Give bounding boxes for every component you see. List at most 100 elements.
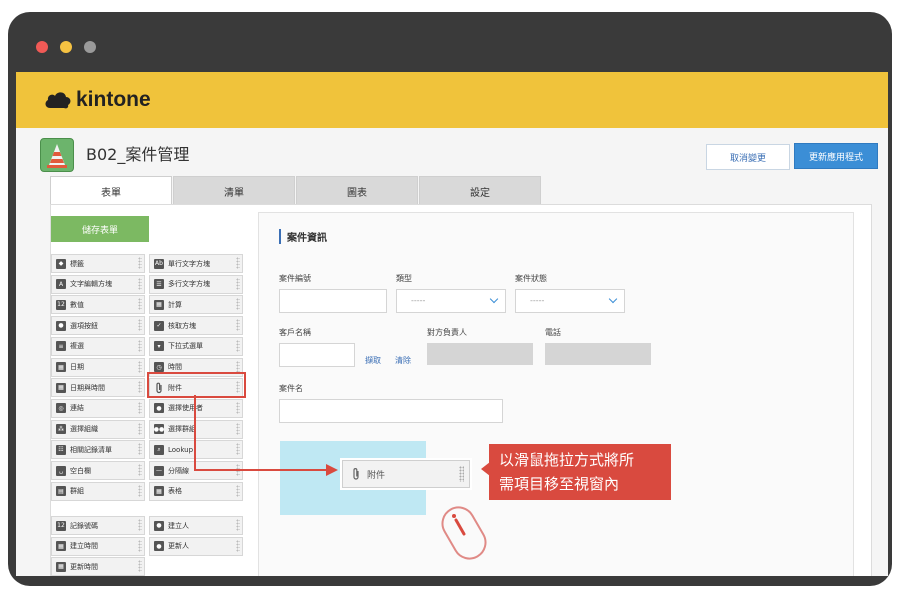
drag-grip-icon[interactable] [138, 277, 142, 290]
palette-item-label: 選項按鈕 [70, 321, 98, 330]
cancel-changes-button[interactable]: 取消變更 [706, 144, 790, 170]
palette-item-user-group[interactable]: ●● 選擇群組 [149, 419, 243, 439]
drag-grip-icon[interactable] [236, 298, 240, 311]
single-line-icon: Ab [154, 258, 164, 269]
palette-item-record-number[interactable]: 12 記錄號碼 [51, 516, 145, 535]
drag-grip-icon[interactable] [138, 422, 142, 435]
highlight-attachment-box [147, 372, 246, 398]
drag-grip-icon[interactable] [236, 422, 240, 435]
multi-select-icon: ≡ [56, 341, 66, 352]
drag-grip-icon[interactable] [236, 443, 240, 456]
drag-grip-icon[interactable] [236, 360, 240, 373]
drag-grip-icon[interactable] [138, 484, 142, 497]
section-title: 案件資訊 [279, 229, 327, 244]
phone-field [545, 343, 651, 365]
palette-item-user[interactable]: ● 選擇使用者 [149, 398, 243, 418]
drag-grip-icon[interactable] [236, 519, 240, 531]
mouse-icon [441, 506, 487, 560]
palette-item-org[interactable]: ⁂ 選擇組織 [51, 419, 145, 439]
palette-item-number[interactable]: 12 數值 [51, 295, 145, 315]
drag-grip-icon[interactable] [138, 339, 142, 352]
dragged-item-label: 附件 [367, 470, 386, 481]
tab-form[interactable]: 表單 [50, 176, 172, 206]
drag-grip-icon[interactable] [236, 339, 240, 352]
lookup-get-link[interactable]: 擷取 [365, 355, 381, 366]
app-icon [40, 138, 74, 172]
drag-grip-icon[interactable] [138, 519, 142, 531]
drag-grip-icon[interactable] [138, 360, 142, 373]
divider-icon: — [154, 465, 164, 476]
drag-grip-icon[interactable] [138, 257, 142, 269]
drag-grip-icon[interactable] [459, 466, 464, 482]
maximize-dot-icon[interactable] [84, 41, 96, 53]
radio-icon: ● [56, 320, 66, 331]
palette-item-label: 文字編輯方塊 [70, 280, 112, 289]
palette-item-label: 選擇群組 [168, 425, 196, 434]
palette-item-tag[interactable]: ◆ 標籤 [51, 254, 145, 273]
drag-grip-icon[interactable] [138, 401, 142, 414]
case-name-field[interactable] [279, 399, 503, 423]
type-select[interactable]: ----- [396, 289, 506, 313]
palette-item-checkbox[interactable]: ✓ 核取方塊 [149, 316, 243, 336]
palette-item-label: 選擇組織 [70, 425, 98, 434]
palette-item-group[interactable]: ▤ 群組 [51, 481, 145, 501]
case-no-field[interactable] [279, 289, 387, 313]
drag-grip-icon[interactable] [138, 298, 142, 311]
palette-item-calc[interactable]: ▦ 計算 [149, 295, 243, 315]
drag-grip-icon[interactable] [138, 464, 142, 476]
tab-list[interactable]: 清單 [173, 176, 295, 206]
settings-tabs: 表單 清單 圖表 設定 [50, 176, 542, 206]
palette-item-text-area[interactable]: A 文字編輯方塊 [51, 274, 145, 294]
palette-item-related-records[interactable]: ☷ 相關記錄清單 [51, 440, 145, 460]
drag-grip-icon[interactable] [138, 381, 142, 394]
palette-item-updated-time[interactable]: ▦ 更新時間 [51, 557, 145, 576]
drag-grip-icon[interactable] [138, 443, 142, 456]
palette-item-date[interactable]: ▦ 日期 [51, 357, 145, 377]
palette-item-radio[interactable]: ● 選項按鈕 [51, 316, 145, 336]
related-records-icon: ☷ [56, 444, 66, 455]
save-form-button[interactable]: 儲存表單 [51, 216, 149, 242]
drag-grip-icon[interactable] [138, 319, 142, 332]
calc-icon: ▦ [154, 299, 164, 310]
drag-grip-icon[interactable] [138, 539, 142, 552]
status-select-value: ----- [530, 296, 545, 305]
dragged-attachment-field[interactable]: 附件 [342, 460, 470, 488]
palette-item-updater[interactable]: ● 更新人 [149, 536, 243, 556]
creator-icon: ● [154, 520, 164, 531]
drag-arrow-vertical [194, 395, 196, 471]
chevron-down-icon [608, 294, 618, 304]
palette-item-dropdown[interactable]: ▾ 下拉式選單 [149, 336, 243, 356]
type-label: 類型 [396, 274, 412, 283]
palette-item-single-line[interactable]: Ab 單行文字方塊 [149, 254, 243, 273]
palette-item-label: 計算 [168, 300, 182, 309]
status-select[interactable]: ----- [515, 289, 625, 313]
palette-item-table[interactable]: ▦ 表格 [149, 481, 243, 501]
minimize-dot-icon[interactable] [60, 41, 72, 53]
palette-item-datetime[interactable]: ▦ 日期與時間 [51, 378, 145, 398]
palette-item-lookup[interactable]: ⌕ Lookup [149, 440, 243, 460]
palette-item-label: 表格 [168, 487, 182, 496]
drag-grip-icon[interactable] [236, 484, 240, 497]
customer-lookup-field[interactable] [279, 343, 355, 367]
palette-item-creator[interactable]: ● 建立人 [149, 516, 243, 535]
palette-item-multi-line[interactable]: ☰ 多行文字方塊 [149, 274, 243, 294]
lookup-clear-link[interactable]: 清除 [395, 355, 411, 366]
brand-name: kintone [76, 88, 151, 111]
palette-item-link[interactable]: ◎ 連結 [51, 398, 145, 418]
tab-chart[interactable]: 圖表 [296, 176, 418, 206]
palette-item-created-time[interactable]: ▦ 建立時間 [51, 536, 145, 556]
palette-item-blank-space[interactable]: ␣ 空白欄 [51, 461, 145, 480]
drag-grip-icon[interactable] [236, 401, 240, 414]
update-app-button[interactable]: 更新應用程式 [794, 143, 878, 169]
drag-grip-icon[interactable] [236, 319, 240, 332]
drag-grip-icon[interactable] [236, 277, 240, 290]
drag-grip-icon[interactable] [236, 539, 240, 552]
close-dot-icon[interactable] [36, 41, 48, 53]
tab-settings[interactable]: 設定 [419, 176, 541, 206]
drag-arrow-horizontal [194, 469, 328, 471]
drag-grip-icon[interactable] [236, 257, 240, 269]
drag-grip-icon[interactable] [138, 560, 142, 573]
palette-item-multi-select[interactable]: ≡ 複選 [51, 336, 145, 356]
record-number-icon: 12 [56, 520, 66, 531]
lookup-icon: ⌕ [154, 444, 164, 455]
